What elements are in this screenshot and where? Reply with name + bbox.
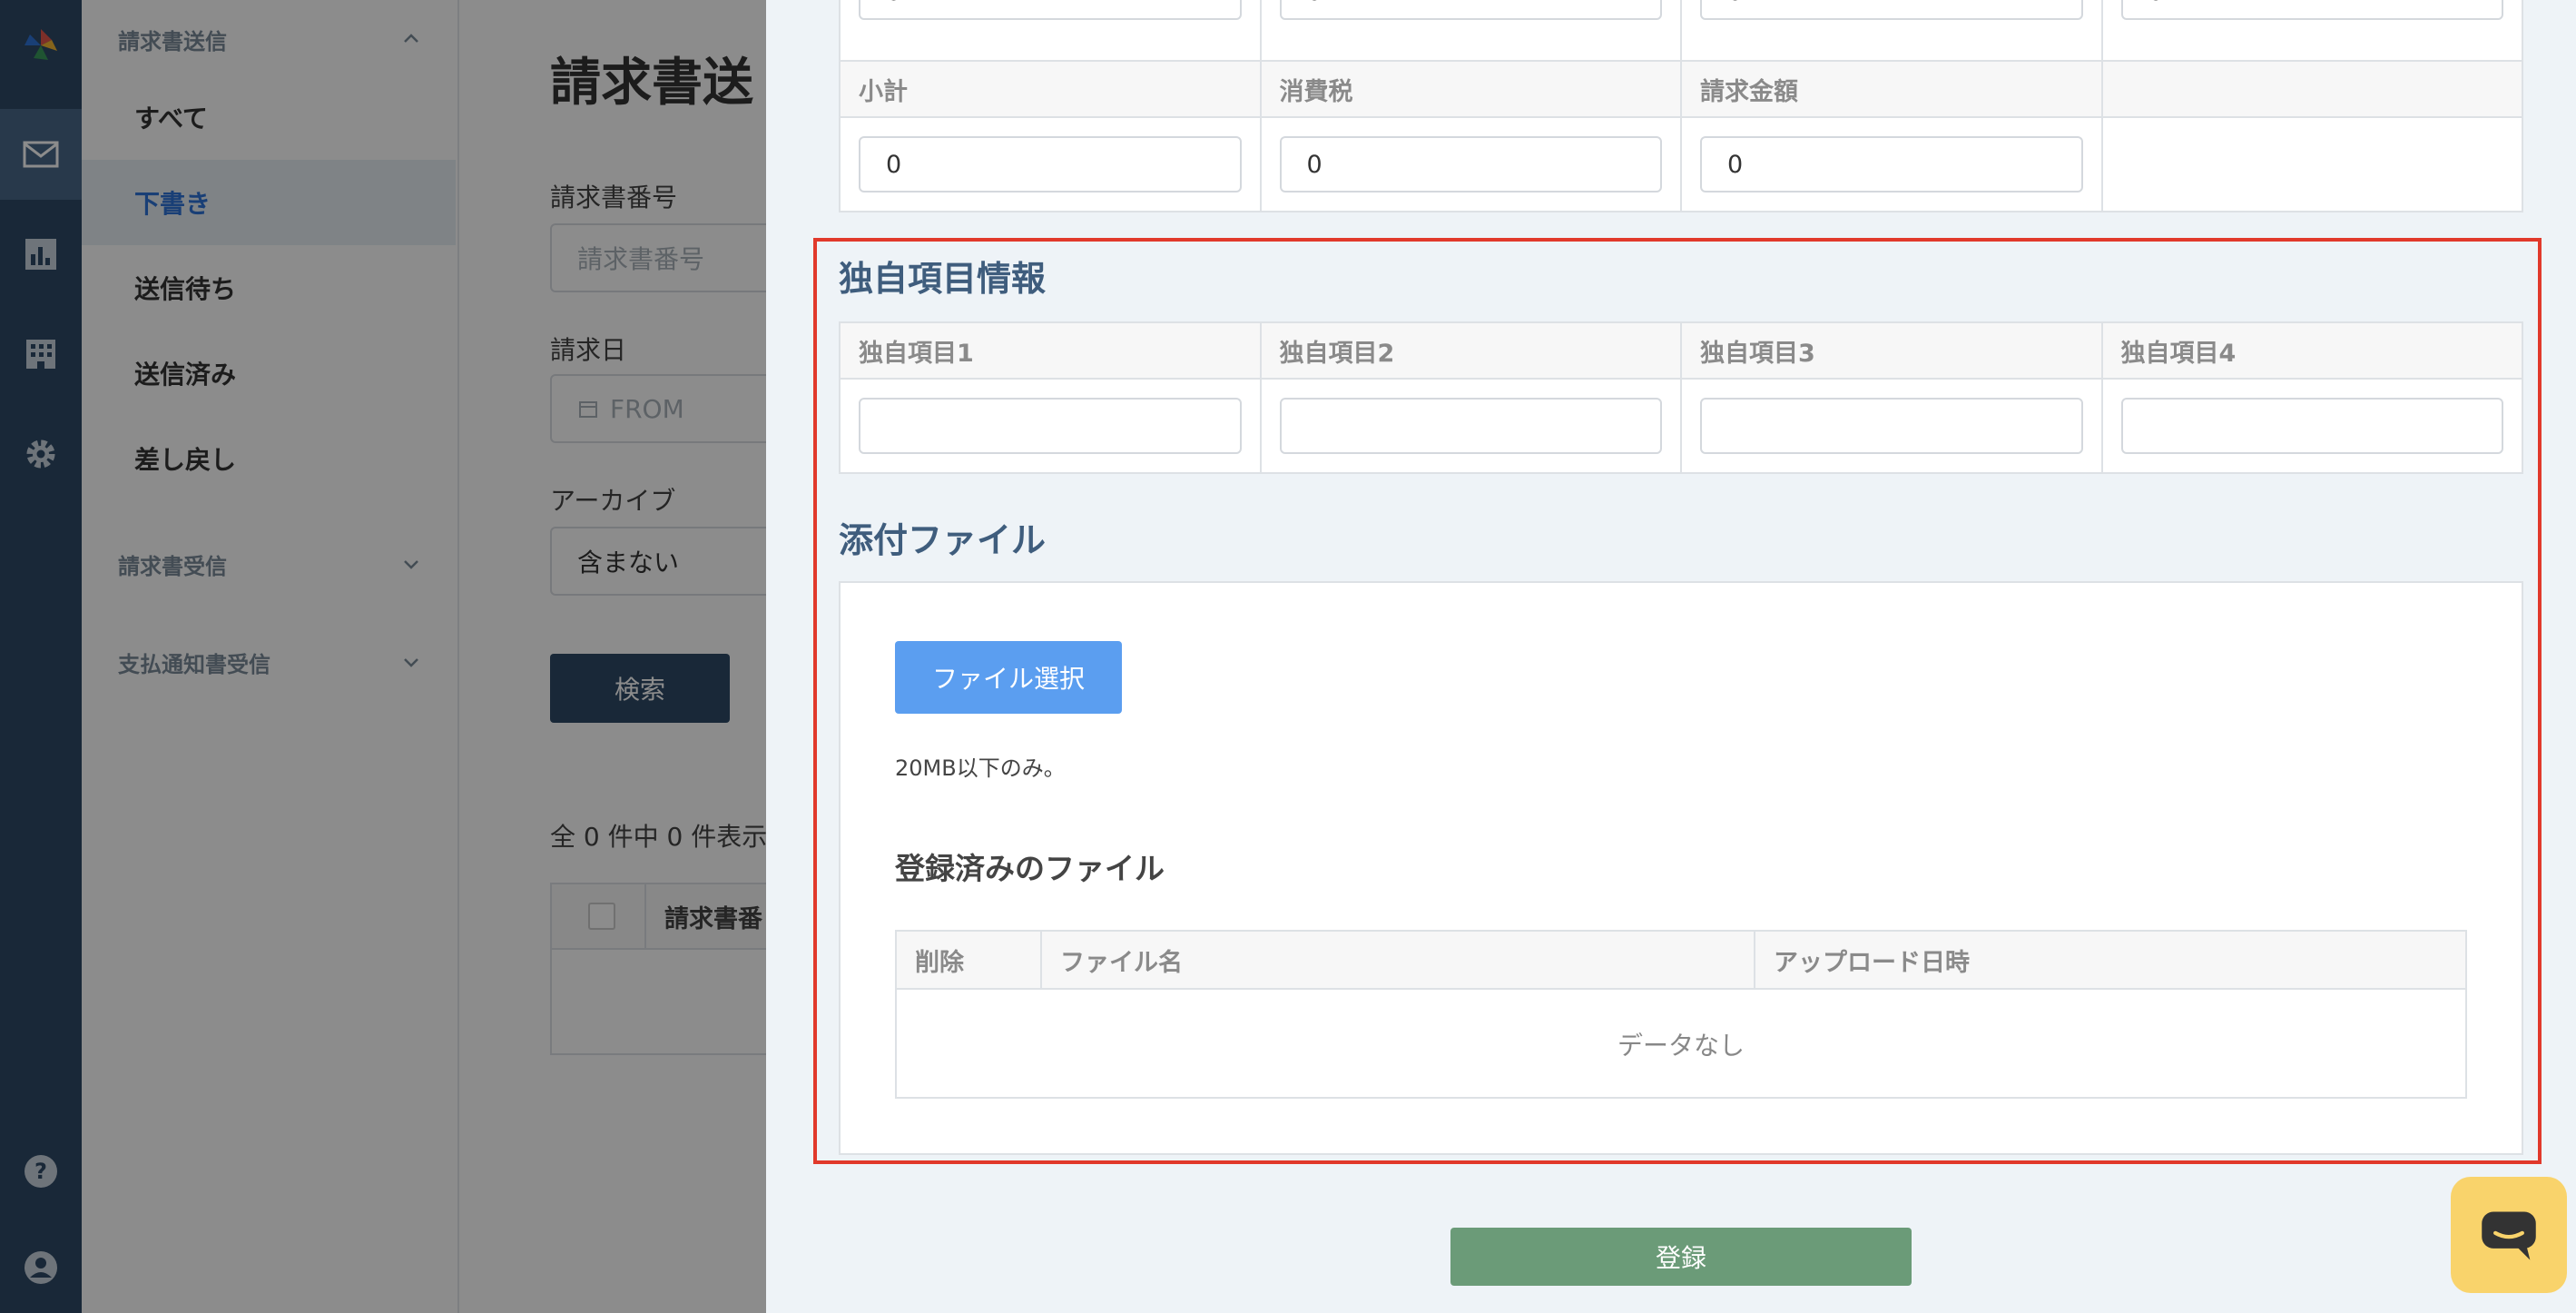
tax-input[interactable]: 0 [1279,136,1662,193]
chat-widget-button[interactable] [2451,1177,2567,1293]
total-amount-input[interactable]: 0 [1700,136,2083,193]
amount-row: 0 0 0 0 [841,0,2522,60]
amount-input-3[interactable]: 0 [1700,0,2083,20]
totals-cell: 0 [1682,118,2103,212]
totals-header-tax: 消費税 [1262,62,1682,116]
register-button[interactable]: 登録 [1450,1228,1912,1286]
amount-cell: 0 [2103,0,2522,60]
totals-table: 小計 消費税 請求金額 0 0 0 [839,60,2523,212]
totals-value-row: 0 0 0 [841,118,2522,212]
totals-cell: 0 [1262,118,1682,212]
totals-header-row: 小計 消費税 請求金額 [841,62,2522,118]
totals-cell-empty [2103,118,2522,212]
subtotal-input[interactable]: 0 [859,136,1242,193]
totals-cell: 0 [841,118,1262,212]
totals-header-total: 請求金額 [1682,62,2103,116]
amount-row-table: 0 0 0 0 [839,0,2523,62]
totals-header-empty [2103,62,2522,116]
highlight-frame [813,238,2542,1164]
amount-input-1[interactable]: 0 [859,0,1242,20]
totals-header-subtotal: 小計 [841,62,1262,116]
amount-cell: 0 [1262,0,1682,60]
amount-cell: 0 [1682,0,2103,60]
amount-input-4[interactable]: 0 [2120,0,2503,20]
amount-cell: 0 [841,0,1262,60]
amount-input-2[interactable]: 0 [1279,0,1662,20]
chat-icon [2482,1211,2536,1260]
